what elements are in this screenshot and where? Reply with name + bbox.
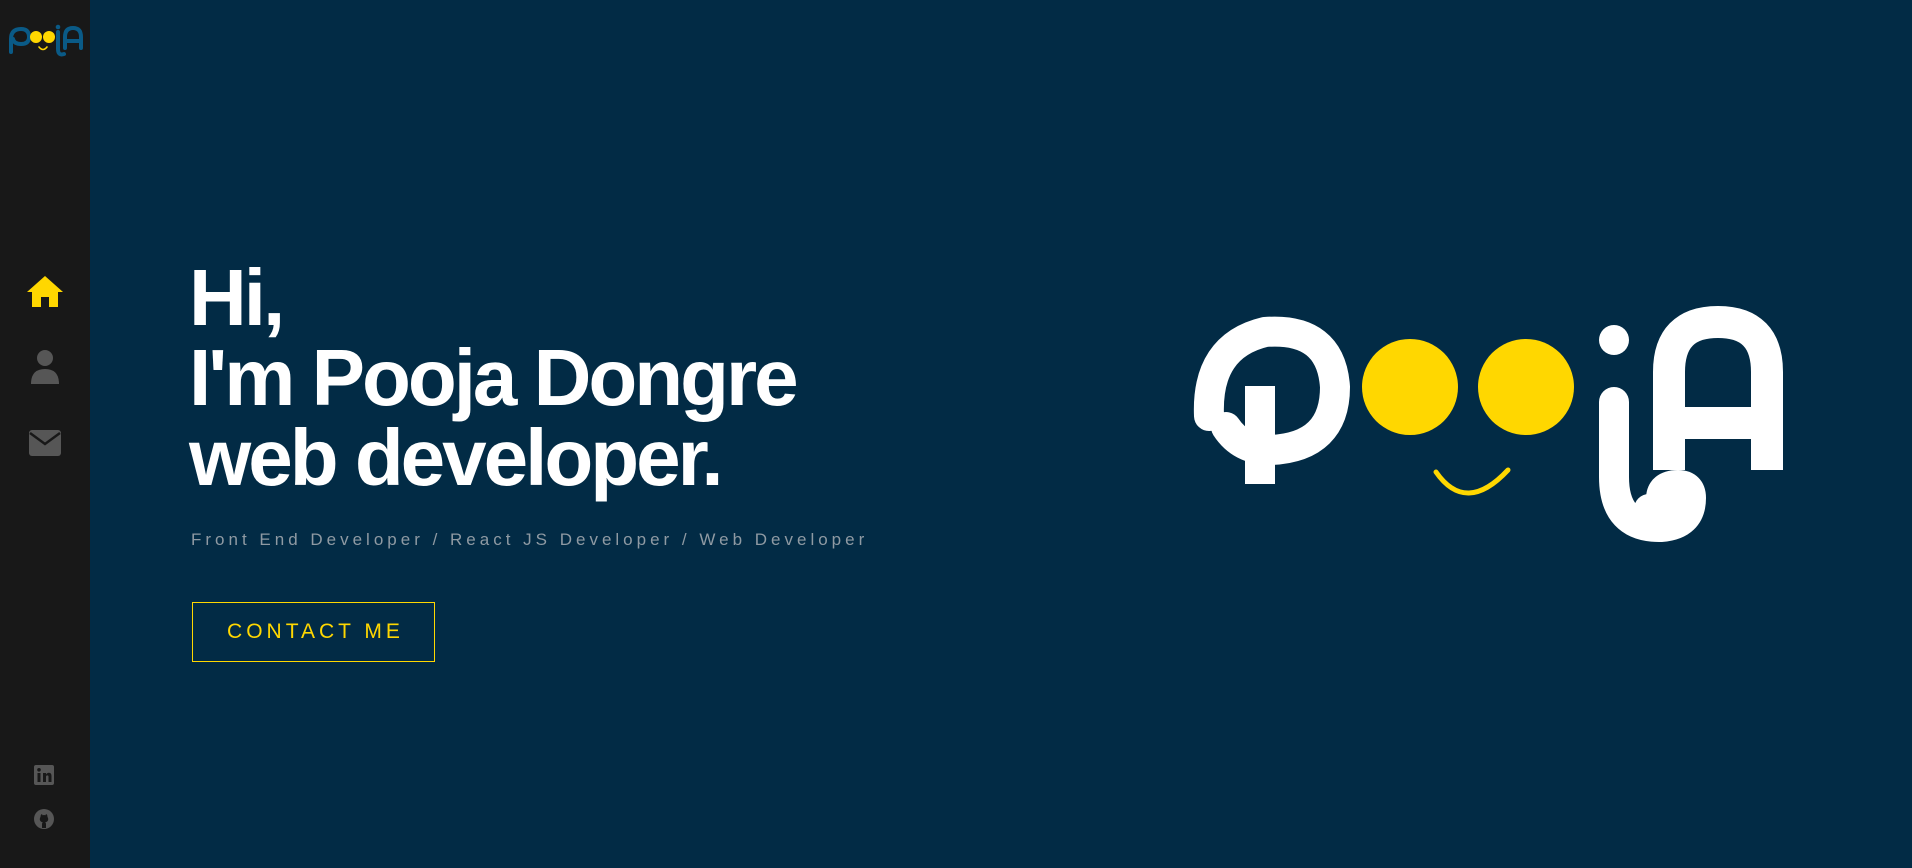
- linkedin-icon: [34, 765, 54, 785]
- pooja-logo[interactable]: [8, 20, 84, 58]
- nav-about-button[interactable]: [22, 344, 68, 390]
- hero-greeting: Hi,: [189, 253, 285, 342]
- hero-heading: Hi, I'm Pooja Dongre web developer.: [189, 253, 799, 502]
- linkedin-link[interactable]: [31, 762, 57, 788]
- home-icon: [27, 276, 63, 307]
- hero-name: I'm Pooja Dongre: [189, 333, 799, 422]
- hero-role: web developer.: [189, 413, 724, 502]
- nav-contact-button[interactable]: [22, 420, 68, 466]
- envelope-icon: [29, 430, 61, 456]
- github-link[interactable]: [31, 806, 57, 832]
- pooja-hero-logo: [1193, 305, 1783, 542]
- hero-subtitle: Front End Developer / React JS Developer…: [191, 530, 869, 549]
- user-icon: [31, 350, 59, 384]
- hero-section: Hi, I'm Pooja Dongre web developer. Fron…: [90, 0, 1912, 868]
- github-icon: [34, 809, 54, 829]
- sidebar: [0, 0, 90, 868]
- nav-home-button[interactable]: [22, 268, 68, 314]
- contact-me-button[interactable]: CONTACT ME: [192, 602, 435, 662]
